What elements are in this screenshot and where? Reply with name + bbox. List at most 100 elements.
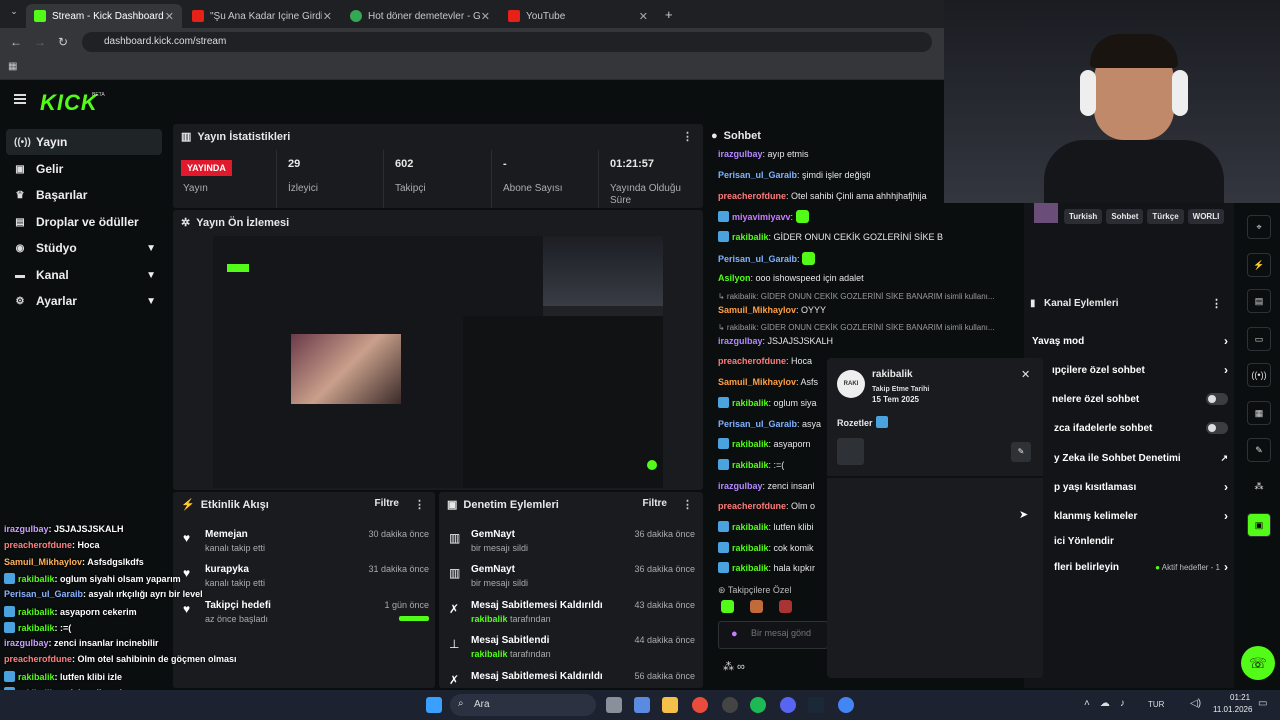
chat-username[interactable]: Perisan_ul_Garaib	[718, 254, 797, 264]
chat-settings-icon[interactable]: ⁂ ∞	[723, 660, 745, 673]
chat-reply-preview[interactable]: ↳ rakibalik: GİDER ONUN CEKİK GOZLERİNİ …	[718, 323, 1008, 332]
action-account-age[interactable]: p yaşı kısıtlaması ›	[1032, 476, 1228, 498]
browser-tab-youtube[interactable]: YouTube ✕	[500, 4, 656, 28]
url-input[interactable]: dashboard.kick.com/stream	[82, 32, 932, 52]
tab-list-icon[interactable]: ⌄	[6, 6, 22, 22]
chrome-icon[interactable]	[692, 697, 708, 713]
chat-username[interactable]: Perisan_ul_Garaib	[718, 419, 797, 429]
sidebar-item-kanal[interactable]: ▬ Kanal ▼	[6, 262, 162, 288]
integrations-icon[interactable]: ⁂	[1247, 475, 1271, 499]
action-raid[interactable]: ici Yönlendir	[1032, 530, 1228, 552]
chat-username[interactable]: Asilyon	[718, 273, 751, 283]
task-view-icon[interactable]	[606, 697, 622, 713]
close-icon[interactable]: ✕	[639, 10, 648, 23]
chat-message-input[interactable]	[751, 628, 827, 638]
chat-username[interactable]: rakibalik	[732, 543, 769, 553]
file-explorer-icon[interactable]	[662, 697, 678, 713]
chat-input-box[interactable]: ●	[718, 621, 828, 649]
close-icon[interactable]: ✕	[481, 10, 490, 23]
card-action-button[interactable]	[837, 438, 864, 465]
chat-username[interactable]: preacherofdune	[718, 191, 786, 201]
chat-username[interactable]: Samuil_Mikhaylov	[718, 305, 796, 315]
close-icon[interactable]: ✕	[1021, 368, 1030, 381]
chat-username[interactable]: irazgulbay	[718, 149, 763, 159]
lightning-icon[interactable]: ⚡	[1247, 253, 1271, 277]
chat-username[interactable]: preacherofdune	[718, 356, 786, 366]
browser-tab-kick[interactable]: Stream - Kick Dashboard ✕	[26, 4, 182, 28]
action-follower-chat[interactable]: ıpçilere özel sohbet ›	[1032, 359, 1228, 381]
chat-username[interactable]: rakibalik	[732, 460, 769, 470]
filter-button[interactable]: Filtre	[643, 498, 667, 509]
chat-username[interactable]: rakibalik	[732, 398, 769, 408]
kick-logo[interactable]: KICK	[40, 90, 98, 116]
close-icon[interactable]: ✕	[323, 10, 332, 23]
chat-bubble-icon[interactable]: ▭	[1247, 327, 1271, 351]
sidebar-item-droplar[interactable]: ▤ Droplar ve ödüller	[6, 209, 162, 235]
tray-icons[interactable]: ˄☁♪	[1084, 698, 1135, 709]
chat-username[interactable]: Perisan_ul_Garaib	[718, 170, 797, 180]
volume-icon[interactable]: ◁)	[1190, 698, 1201, 709]
mod-user[interactable]: rakibalik	[471, 614, 508, 624]
spotify-icon[interactable]	[750, 697, 766, 713]
chat-username[interactable]: rakibalik	[732, 439, 769, 449]
taskbar-search[interactable]: ⌕ Ara	[450, 694, 596, 716]
tag-pill[interactable]: Türkçe	[1147, 209, 1184, 224]
more-options-icon[interactable]: ⋮	[1211, 297, 1222, 310]
apps-grid-icon[interactable]: ▦	[8, 61, 17, 72]
crosshair-icon[interactable]: ⌖	[1247, 215, 1271, 239]
sidebar-item-gelir[interactable]: ▣ Gelir	[6, 156, 162, 182]
browser-tab-maps[interactable]: Hot döner demetevler - Google✕	[342, 4, 498, 28]
layout-icon[interactable]: ▦	[1247, 401, 1271, 425]
sidebar-item-yayin[interactable]: ((•)) Yayın	[6, 129, 162, 155]
chat-username[interactable]: irazgulbay	[718, 481, 763, 491]
sidebar-item-studyo[interactable]: ◉ Stüdyo ▼	[6, 235, 162, 261]
more-options-icon[interactable]: ⋮	[682, 498, 693, 511]
tag-pill[interactable]: Sohbet	[1106, 209, 1144, 224]
tag-pill[interactable]: Turkish	[1064, 209, 1103, 224]
sidebar-item-basarilar[interactable]: ♛ Başarılar	[6, 182, 162, 208]
toggle-switch[interactable]	[1206, 422, 1228, 434]
chat-reply-preview[interactable]: ↳ rakibalik: GİDER ONUN CEKİK GOZLERİNİ …	[718, 292, 1008, 301]
toggle-switch[interactable]	[1206, 393, 1228, 405]
hamburger-menu-icon[interactable]	[14, 94, 26, 104]
forward-icon[interactable]: →	[34, 35, 46, 49]
action-blocked-words[interactable]: klanmış kelimeler ›	[1032, 505, 1228, 527]
chat-username[interactable]: rakibalik	[732, 563, 769, 573]
browser-tab-youtube-video[interactable]: "Şu Ana Kadar İçine Girdiğim E✕	[184, 4, 340, 28]
edit-icon[interactable]: ✎	[1011, 442, 1031, 462]
back-icon[interactable]: ←	[10, 35, 22, 49]
store-icon[interactable]	[634, 697, 650, 713]
action-slow-mode[interactable]: Yavaş mod ›	[1032, 330, 1228, 352]
microphone-icon[interactable]: ●	[731, 628, 738, 640]
emote-icon[interactable]	[721, 600, 734, 613]
more-options-icon[interactable]: ⋮	[414, 498, 425, 511]
filter-button[interactable]: Filtre	[375, 498, 399, 509]
chrome-active-icon[interactable]	[838, 697, 854, 713]
action-sub-chat[interactable]: nelere özel sohbet	[1032, 388, 1228, 410]
notification-icon[interactable]: ▭	[1258, 698, 1267, 709]
discord-icon[interactable]	[780, 697, 796, 713]
more-options-icon[interactable]: ⋮	[682, 130, 693, 143]
emote-icon[interactable]	[779, 600, 792, 613]
broadcast-icon[interactable]: ((•))	[1247, 363, 1271, 387]
mod-title[interactable]: GemNayt	[471, 529, 515, 540]
chat-username[interactable]: Samuil_Mikhaylov	[718, 377, 796, 387]
tag-pill[interactable]: WORLI	[1187, 209, 1225, 224]
sidebar-item-ayarlar[interactable]: ⚙ Ayarlar ▼	[6, 288, 162, 314]
action-emote-chat[interactable]: zca ifadelerle sohbet	[1032, 417, 1228, 439]
chat-username[interactable]: rakibalik	[732, 522, 769, 532]
steam-icon[interactable]	[808, 697, 824, 713]
mod-user[interactable]: rakibalik	[471, 649, 508, 659]
new-tab-icon[interactable]: +	[665, 7, 673, 22]
clock-date[interactable]: 11.01.2026	[1213, 705, 1252, 714]
reload-icon[interactable]: ↻	[58, 35, 68, 49]
windows-start-icon[interactable]	[426, 697, 442, 713]
user-name[interactable]: rakibalik	[872, 369, 913, 380]
language-indicator[interactable]: TUR	[1148, 700, 1164, 709]
clock-time[interactable]: 01:21	[1230, 693, 1250, 702]
mod-title[interactable]: GemNayt	[471, 564, 515, 575]
chat-username[interactable]: miyavimiyavv	[732, 212, 791, 222]
stream-preview-video[interactable]	[213, 236, 663, 488]
wrench-icon[interactable]: ✎	[1247, 438, 1271, 462]
kick-app-icon[interactable]: ▣	[1247, 513, 1271, 537]
